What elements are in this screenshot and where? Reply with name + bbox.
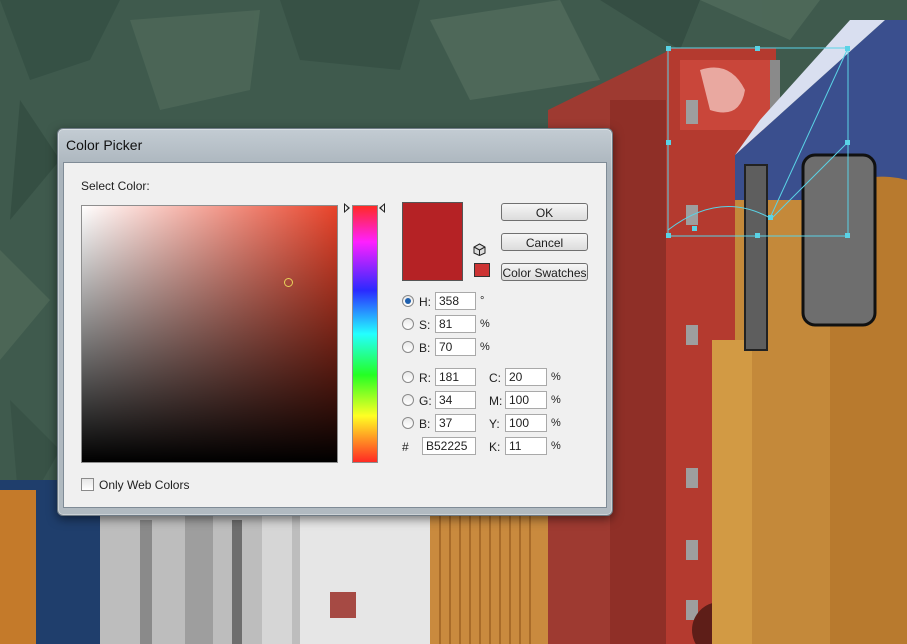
cyan-label: C: [489, 371, 501, 385]
color-picker-dialog: Color Picker Select Color: OK Cancel Col… [57, 128, 613, 516]
ok-button[interactable]: OK [501, 203, 588, 221]
cyan-input[interactable]: 20 [505, 368, 547, 386]
green-label: G: [419, 394, 432, 408]
cyan-unit: % [551, 371, 561, 383]
brightness-radio[interactable] [402, 341, 414, 353]
yellow-input[interactable]: 100 [505, 414, 547, 432]
cube-icon[interactable] [473, 243, 486, 256]
dialog-title: Color Picker [66, 137, 143, 153]
black-unit: % [551, 440, 561, 452]
magenta-label: M: [489, 394, 503, 408]
saturation-radio[interactable] [402, 318, 414, 330]
yellow-unit: % [551, 417, 561, 429]
red-radio[interactable] [402, 371, 414, 383]
hue-radio[interactable] [402, 295, 414, 307]
green-radio[interactable] [402, 394, 414, 406]
saturation-input[interactable]: 81 [435, 315, 476, 333]
hue-unit: ° [480, 295, 485, 307]
only-web-colors-label: Only Web Colors [99, 478, 190, 492]
cancel-button[interactable]: Cancel [501, 233, 588, 251]
new-color-preview [402, 202, 463, 281]
color-field[interactable] [81, 205, 338, 463]
triangle-right-icon[interactable] [344, 203, 350, 213]
brightness-input[interactable]: 70 [435, 338, 476, 356]
red-input[interactable]: 181 [435, 368, 476, 386]
brightness-unit: % [480, 341, 490, 353]
only-web-colors-checkbox[interactable] [81, 478, 94, 491]
magenta-input[interactable]: 100 [505, 391, 547, 409]
saturation-unit: % [480, 318, 490, 330]
green-input[interactable]: 34 [435, 391, 476, 409]
hue-slider[interactable] [352, 205, 378, 463]
blue-label: B: [419, 417, 431, 431]
hex-label: # [402, 440, 409, 454]
saturation-label: S: [419, 318, 431, 332]
hue-input[interactable]: 358 [435, 292, 476, 310]
black-label: K: [489, 440, 501, 454]
web-safe-color-swatch[interactable] [474, 263, 490, 277]
hue-label: H: [419, 295, 431, 309]
color-swatches-button[interactable]: Color Swatches [501, 263, 588, 281]
black-input[interactable]: 11 [505, 437, 547, 455]
hex-input[interactable]: B52225 [422, 437, 476, 455]
blue-input[interactable]: 37 [435, 414, 476, 432]
red-label: R: [419, 371, 431, 385]
select-color-label: Select Color: [81, 179, 150, 193]
magenta-unit: % [551, 394, 561, 406]
yellow-label: Y: [489, 417, 500, 431]
dialog-client-area: Select Color: OK Cancel Color Swatches H… [63, 162, 607, 508]
color-field-cursor[interactable] [284, 278, 293, 287]
triangle-left-icon[interactable] [379, 203, 385, 213]
brightness-label: B: [419, 341, 431, 355]
blue-radio[interactable] [402, 417, 414, 429]
